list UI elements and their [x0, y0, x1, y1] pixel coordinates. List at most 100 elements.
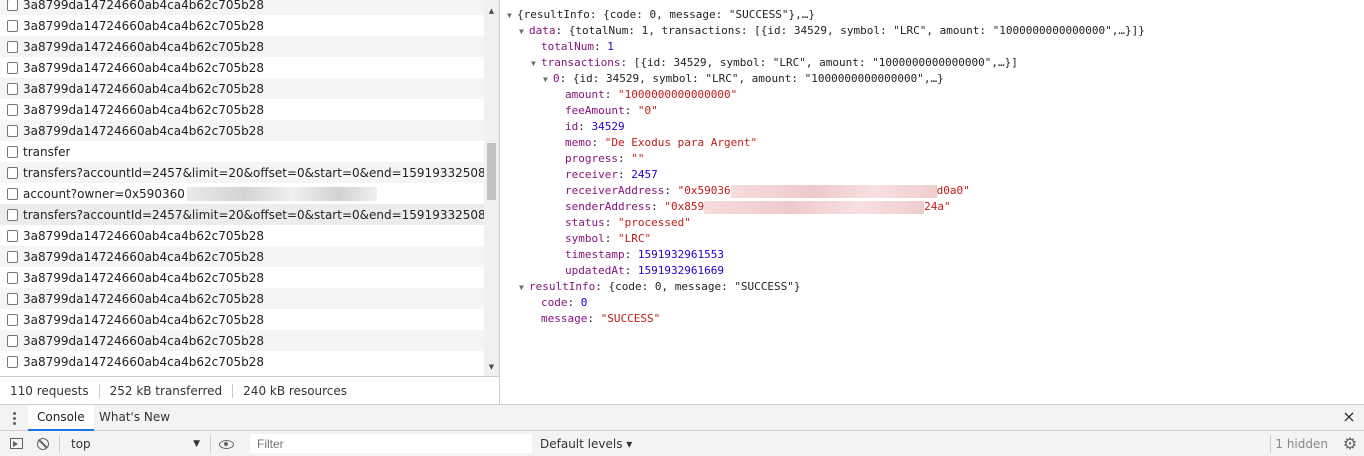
collapse-triangle-icon[interactable]: ▼ — [519, 24, 529, 40]
request-name: transfers?accountId=2457&limit=20&offset… — [23, 207, 484, 222]
log-levels-dropdown[interactable]: Default levels ▾ — [540, 436, 632, 452]
scrollbar-thumb[interactable] — [487, 143, 496, 200]
request-row[interactable]: 3a8799da14724660ab4ca4b62c705b28 — [0, 120, 484, 141]
network-summary-bar: 110 requests 252 kB transferred 240 kB r… — [0, 376, 500, 404]
request-checkbox[interactable] — [7, 40, 18, 53]
resources-size: 240 kB resources — [243, 383, 348, 398]
context-selector[interactable]: top ▼ — [66, 435, 206, 453]
request-row[interactable]: 3a8799da14724660ab4ca4b62c705b28 — [0, 36, 484, 57]
drawer-tab-bar: Console What's New × — [0, 404, 1364, 431]
json-field-amount: amount: "1000000000000000" — [565, 88, 738, 101]
gear-icon[interactable]: ⚙ — [1342, 436, 1358, 452]
json-code: code: 0 — [541, 296, 588, 309]
request-checkbox[interactable] — [7, 82, 18, 95]
request-row[interactable]: 3a8799da14724660ab4ca4b62c705b28 — [0, 267, 484, 288]
response-preview: ▼ {resultInfo: {code: 0, message: "SUCCES… — [501, 0, 1364, 404]
request-name: 3a8799da14724660ab4ca4b62c705b28 — [23, 354, 265, 369]
request-row[interactable]: 3a8799da14724660ab4ca4b62c705b28 — [0, 288, 484, 309]
collapse-triangle-icon[interactable]: ▼ — [519, 280, 529, 296]
context-value: top — [71, 437, 91, 451]
request-list: 3a8799da14724660ab4ca4b62c705b28 3a8799da… — [0, 0, 484, 376]
request-name: transfer — [23, 144, 71, 159]
json-message: message: "SUCCESS" — [541, 312, 661, 325]
json-data-node[interactable]: ▼ data: {totalNum: 1, transactions: [{id:… — [519, 23, 1145, 39]
request-list-scrollbar[interactable]: ▲ ▼ — [484, 0, 499, 376]
chevron-down-icon: ▼ — [193, 439, 200, 449]
request-name: 3a8799da14724660ab4ca4b62c705b28 — [23, 228, 265, 243]
request-checkbox[interactable] — [7, 19, 18, 32]
request-name: 3a8799da14724660ab4ca4b62c705b28 — [23, 60, 265, 75]
request-count: 110 requests — [0, 383, 100, 398]
toolbar-divider — [59, 435, 60, 453]
hidden-count: 1 hidden — [1275, 437, 1328, 451]
request-row[interactable]: transfer — [0, 141, 484, 162]
request-checkbox[interactable] — [7, 313, 18, 326]
request-name: 3a8799da14724660ab4ca4b62c705b28 — [23, 291, 265, 306]
redacted-block — [704, 200, 925, 214]
request-checkbox[interactable] — [7, 292, 18, 305]
request-row[interactable]: 3a8799da14724660ab4ca4b62c705b28 — [0, 309, 484, 330]
collapse-triangle-icon[interactable]: ▼ — [531, 56, 541, 72]
close-icon[interactable]: × — [1342, 409, 1356, 425]
request-row[interactable]: 3a8799da14724660ab4ca4b62c705b28 — [0, 225, 484, 246]
request-row[interactable]: transfers?accountId=2457&limit=20&offset… — [0, 162, 484, 183]
transferred-size: 252 kB transferred — [100, 383, 234, 398]
request-name: 3a8799da14724660ab4ca4b62c705b28 — [23, 249, 265, 264]
request-checkbox[interactable] — [7, 187, 18, 200]
request-row[interactable]: 3a8799da14724660ab4ca4b62c705b28 — [0, 78, 484, 99]
json-field-receiveraddress: receiverAddress: "0x59036 d0a0" — [565, 184, 970, 198]
request-checkbox[interactable] — [7, 124, 18, 137]
request-row[interactable]: 3a8799da14724660ab4ca4b62c705b28 — [0, 15, 484, 36]
console-toolbar: top ▼ Default levels ▾ 1 hidden ⚙ — [0, 431, 1364, 456]
request-checkbox[interactable] — [7, 334, 18, 347]
sidebar-toggle-icon[interactable] — [8, 436, 24, 452]
request-row[interactable]: 3a8799da14724660ab4ca4b62c705b28 — [0, 99, 484, 120]
request-name: 3a8799da14724660ab4ca4b62c705b28 — [23, 333, 265, 348]
request-checkbox[interactable] — [7, 0, 18, 11]
request-row[interactable]: 3a8799da14724660ab4ca4b62c705b28 — [0, 0, 484, 15]
request-checkbox[interactable] — [7, 208, 18, 221]
json-root[interactable]: ▼ {resultInfo: {code: 0, message: "SUCCES… — [507, 7, 815, 23]
request-row[interactable]: account?owner=0x590360 — [0, 183, 484, 204]
json-field-senderaddress: senderAddress: "0x859 24a" — [565, 200, 951, 214]
request-checkbox[interactable] — [7, 250, 18, 263]
request-checkbox[interactable] — [7, 103, 18, 116]
request-row[interactable]: transfers?accountId=2457&limit=20&offset… — [0, 204, 484, 225]
json-field-progress: progress: "" — [565, 152, 645, 165]
json-resultinfo-node[interactable]: ▼ resultInfo: {code: 0, message: "SUCCESS… — [519, 279, 801, 295]
request-row[interactable]: 3a8799da14724660ab4ca4b62c705b28 — [0, 330, 484, 351]
kebab-icon[interactable] — [6, 411, 22, 427]
request-checkbox[interactable] — [7, 145, 18, 158]
request-checkbox[interactable] — [7, 166, 18, 179]
json-transactions-node[interactable]: ▼ transactions: [{id: 34529, symbol: "LRC… — [531, 55, 1018, 71]
collapse-triangle-icon[interactable]: ▼ — [507, 8, 517, 24]
request-name: transfers?accountId=2457&limit=20&offset… — [23, 165, 484, 180]
request-checkbox[interactable] — [7, 271, 18, 284]
scroll-up-arrow[interactable]: ▲ — [484, 4, 499, 18]
tab-console[interactable]: Console — [28, 405, 94, 431]
eye-icon[interactable] — [218, 436, 234, 452]
request-row[interactable]: 3a8799da14724660ab4ca4b62c705b28 — [0, 351, 484, 372]
scroll-down-arrow[interactable]: ▼ — [484, 360, 499, 374]
request-row[interactable]: 3a8799da14724660ab4ca4b62c705b28 — [0, 57, 484, 78]
clear-console-icon[interactable] — [35, 436, 51, 452]
request-name: 3a8799da14724660ab4ca4b62c705b28 — [23, 39, 265, 54]
json-field-updatedat: updatedAt: 1591932961669 — [565, 264, 724, 277]
json-transaction-item[interactable]: ▼ 0: {id: 34529, symbol: "LRC", amount: "… — [543, 71, 944, 87]
request-checkbox[interactable] — [7, 355, 18, 368]
tab-whats-new[interactable]: What's New — [90, 405, 179, 431]
request-checkbox[interactable] — [7, 61, 18, 74]
request-name: 3a8799da14724660ab4ca4b62c705b28 — [23, 18, 265, 33]
json-field-symbol: symbol: "LRC" — [565, 232, 652, 245]
filter-input[interactable] — [250, 434, 532, 453]
request-checkbox[interactable] — [7, 229, 18, 242]
request-row[interactable]: 3a8799da14724660ab4ca4b62c705b28 — [0, 246, 484, 267]
json-field-status: status: "processed" — [565, 216, 691, 229]
request-name: 3a8799da14724660ab4ca4b62c705b28 — [23, 312, 265, 327]
collapse-triangle-icon[interactable]: ▼ — [543, 72, 553, 88]
request-name: 3a8799da14724660ab4ca4b62c705b28 — [23, 102, 265, 117]
redacted-block — [186, 186, 377, 201]
json-field-id: id: 34529 — [565, 120, 625, 133]
toolbar-divider — [210, 435, 211, 453]
request-name: 3a8799da14724660ab4ca4b62c705b28 — [23, 81, 265, 96]
